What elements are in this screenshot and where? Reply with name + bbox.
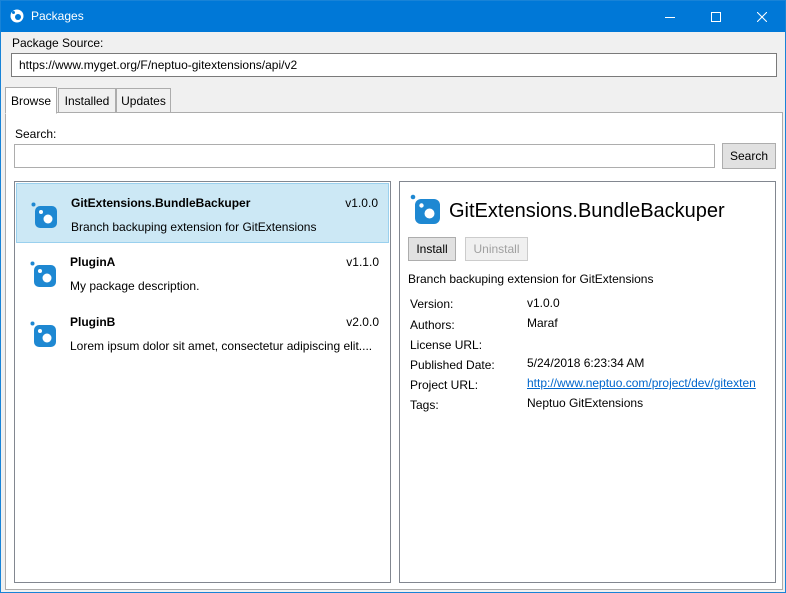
- search-label: Search:: [15, 127, 57, 141]
- tab-browse[interactable]: Browse: [5, 87, 57, 114]
- project-url-label: Project URL:: [410, 378, 479, 392]
- authors-value: Maraf: [527, 316, 558, 330]
- license-label: License URL:: [410, 338, 483, 352]
- minimize-button[interactable]: [647, 1, 693, 32]
- maximize-button[interactable]: [693, 1, 739, 32]
- project-url-link[interactable]: http://www.neptuo.com/project/dev/gitext…: [527, 376, 756, 390]
- list-item[interactable]: PluginA v1.1.0 My package description.: [16, 243, 389, 303]
- tab-updates[interactable]: Updates: [116, 88, 171, 113]
- package-version: v2.0.0: [346, 315, 379, 329]
- install-button[interactable]: Install: [408, 237, 456, 261]
- package-name: PluginB: [70, 315, 116, 329]
- tags-label: Tags:: [410, 398, 439, 412]
- packages-window: Packages Package Source: Browse Installe…: [0, 0, 786, 593]
- nuget-package-icon: [30, 321, 56, 347]
- package-description: Lorem ipsum dolor sit amet, consectetur …: [70, 339, 373, 353]
- list-item[interactable]: PluginB v2.0.0 Lorem ipsum dolor sit ame…: [16, 303, 389, 363]
- version-value: v1.0.0: [527, 296, 560, 310]
- nuget-package-icon: [10, 9, 24, 23]
- tags-value: Neptuo GitExtensions: [527, 396, 644, 410]
- detail-title: GitExtensions.BundleBackuper: [449, 200, 725, 222]
- nuget-package-icon: [30, 261, 56, 287]
- published-label: Published Date:: [410, 358, 495, 372]
- package-name: PluginA: [70, 255, 116, 269]
- version-label: Version:: [410, 297, 454, 311]
- search-input[interactable]: [14, 144, 715, 168]
- maximize-icon: [711, 11, 721, 22]
- package-source-input[interactable]: [11, 53, 777, 77]
- package-description: My package description.: [70, 279, 200, 293]
- list-item[interactable]: GitExtensions.BundleBackuper v1.0.0 Bran…: [16, 183, 389, 243]
- browse-panel: Search: Search GitExtensions.BundleBacku…: [5, 112, 783, 590]
- title-bar[interactable]: Packages: [1, 1, 785, 32]
- uninstall-button: Uninstall: [465, 237, 528, 261]
- package-description: Branch backuping extension for GitExtens…: [71, 220, 317, 234]
- tab-installed[interactable]: Installed: [58, 88, 116, 113]
- authors-label: Authors:: [410, 318, 455, 332]
- package-detail-panel: GitExtensions.BundleBackuper Install Uni…: [399, 181, 776, 583]
- close-button[interactable]: [739, 1, 785, 32]
- nuget-package-icon: [410, 194, 440, 224]
- close-icon: [757, 11, 767, 22]
- package-list[interactable]: GitExtensions.BundleBackuper v1.0.0 Bran…: [14, 181, 391, 583]
- published-value: 5/24/2018 6:23:34 AM: [527, 356, 645, 370]
- package-version: v1.1.0: [346, 255, 379, 269]
- detail-description: Branch backuping extension for GitExtens…: [408, 272, 654, 286]
- package-source-label: Package Source:: [12, 36, 104, 50]
- window-title: Packages: [31, 9, 84, 23]
- nuget-package-icon: [31, 202, 57, 228]
- package-name: GitExtensions.BundleBackuper: [71, 196, 251, 210]
- minimize-icon: [665, 16, 675, 18]
- search-button[interactable]: Search: [722, 143, 776, 169]
- package-version: v1.0.0: [345, 196, 378, 210]
